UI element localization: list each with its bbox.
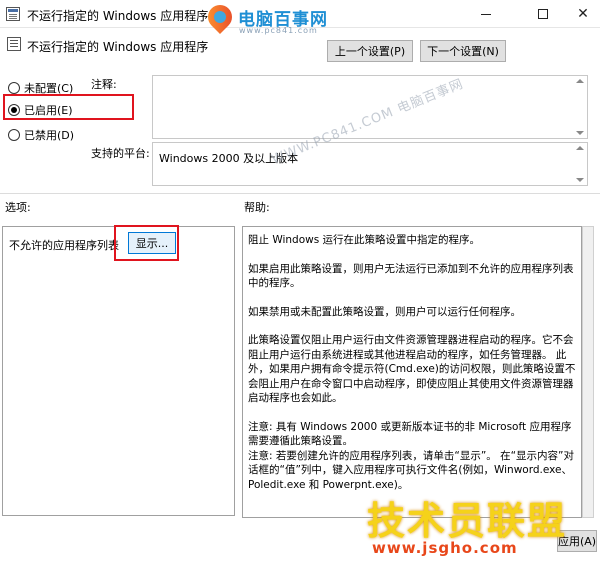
comment-label: 注释: (91, 78, 117, 91)
help-paragraph: 注意: 若要创建允许的应用程序列表，请单击“显示”。 在“显示内容”对话框的“值… (248, 449, 574, 491)
help-paragraph: 此策略设置仅阻止用户运行由文件资源管理器进程启动的程序。它不会阻止用户运行由系统… (248, 334, 576, 404)
enabled-highlight-box (3, 94, 134, 120)
policy-title: 不运行指定的 Windows 应用程序 (27, 40, 209, 54)
bottom-watermark-url: www.jsgho.com (372, 539, 518, 557)
radio-circle[interactable] (8, 129, 20, 141)
window-title: 不运行指定的 Windows 应用程序 (27, 9, 209, 23)
help-label: 帮助: (244, 201, 270, 214)
next-setting-button[interactable]: 下一个设置(N) (420, 40, 506, 62)
disallowed-apps-label: 不允许的应用程序列表 (9, 239, 119, 252)
maximize-icon (538, 9, 548, 19)
radio-disabled[interactable]: 已禁用(D) (8, 127, 74, 143)
radio-label: 已禁用(D) (24, 129, 75, 142)
minimize-icon (481, 13, 491, 15)
options-panel: 不允许的应用程序列表 显示... (2, 226, 235, 516)
supported-platform-value: Windows 2000 及以上版本 (159, 152, 299, 165)
scroll-up-icon[interactable] (576, 146, 584, 150)
radio-circle[interactable] (8, 82, 20, 94)
close-icon: ✕ (577, 6, 589, 22)
divider (0, 193, 600, 194)
help-paragraph: 阻止 Windows 运行在此策略设置中指定的程序。 (248, 234, 481, 246)
maximize-button[interactable] (520, 0, 566, 28)
policy-setting-icon (7, 37, 21, 51)
help-panel: 阻止 Windows 运行在此策略设置中指定的程序。 如果启用此策略设置，则用户… (242, 226, 582, 518)
help-paragraph: 如果禁用或未配置此策略设置，则用户可以运行任何程序。 (248, 305, 521, 318)
help-paragraph: 注意: 具有 Windows 2000 或更新版本证书的非 Microsoft … (248, 420, 572, 448)
close-button[interactable]: ✕ (566, 0, 600, 28)
supported-platform-box: Windows 2000 及以上版本 (152, 142, 588, 186)
apply-button[interactable]: 应用(A) (557, 530, 597, 552)
options-label: 选项: (5, 201, 31, 214)
comment-textarea[interactable] (152, 75, 588, 139)
scroll-down-icon[interactable] (576, 131, 584, 135)
policy-window-icon (6, 7, 20, 21)
minimize-button[interactable] (463, 0, 509, 28)
show-highlight-box (114, 225, 179, 261)
previous-setting-button[interactable]: 上一个设置(P) (327, 40, 413, 62)
supported-platform-label: 支持的平台: (91, 147, 150, 160)
help-paragraph: 如果启用此策略设置，则用户无法运行已添加到不允许的应用程序列表中的程序。 (248, 262, 574, 290)
scroll-up-icon[interactable] (576, 79, 584, 83)
scroll-down-icon[interactable] (576, 178, 584, 182)
title-bar: 不运行指定的 Windows 应用程序 ✕ (0, 0, 600, 28)
help-scrollbar[interactable] (582, 226, 594, 518)
